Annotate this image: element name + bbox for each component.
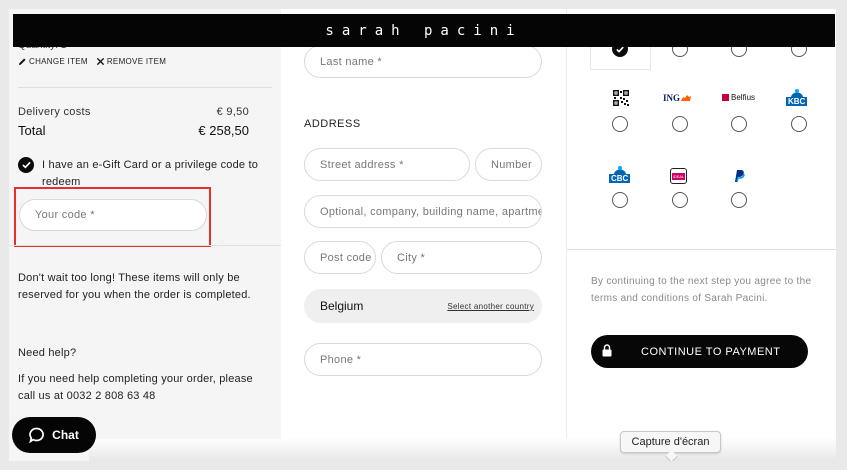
payment-radio-paypal[interactable]: [731, 192, 747, 208]
payment-radio-belfius[interactable]: [731, 116, 747, 132]
site-header: sarah pacini: [13, 14, 835, 47]
street-address-field[interactable]: Street address *: [304, 148, 470, 181]
country-name: Belgium: [320, 299, 364, 313]
delivery-costs-row: Delivery costs € 9,50: [18, 106, 249, 118]
help-title: Need help?: [18, 347, 77, 359]
address-form: Last name * ADDRESS Street address * Num…: [281, 9, 566, 461]
bottom-bar: [89, 439, 836, 461]
gift-code-input[interactable]: Your code *: [19, 199, 207, 231]
change-item-label: CHANGE ITEM: [29, 57, 88, 66]
gift-card-checkbox[interactable]: I have an e-Gift Card or a privilege cod…: [18, 157, 262, 191]
qr-code-icon: [613, 90, 629, 106]
checkmark-icon: [18, 157, 34, 173]
payment-radio-ing[interactable]: [672, 116, 688, 132]
reservation-notice: Don't wait too long! These items will on…: [18, 272, 251, 301]
payment-panel: ING Belfius KBC CBC iDEAL By continuing …: [566, 9, 836, 461]
kbc-icon: KBC: [786, 89, 808, 106]
divider: [9, 245, 281, 246]
item-actions: CHANGE ITEM REMOVE ITEM: [18, 57, 166, 66]
kbc-label: KBC: [786, 97, 808, 106]
optional-address-field[interactable]: Optional, company, building name, apartm…: [304, 195, 542, 228]
brand-logo[interactable]: sarah pacini: [325, 23, 522, 39]
payment-radio-kbc[interactable]: [791, 116, 807, 132]
payment-radio-cbc[interactable]: [612, 192, 628, 208]
cbc-label: CBC: [609, 174, 631, 183]
house-number-field[interactable]: Number: [475, 148, 542, 181]
screenshot-tooltip: Capture d'écran: [620, 431, 721, 453]
address-section-title: ADDRESS: [304, 118, 361, 130]
select-another-country-link[interactable]: Select another country: [447, 302, 534, 311]
ing-lion-icon: ING: [663, 93, 692, 103]
ing-label: ING: [663, 93, 681, 103]
change-item-button[interactable]: CHANGE ITEM: [18, 57, 88, 66]
phone-field[interactable]: Phone *: [304, 343, 542, 376]
ideal-label: iDEAL: [671, 172, 686, 180]
last-name-field[interactable]: Last name *: [304, 45, 542, 78]
city-field[interactable]: City *: [381, 241, 542, 274]
remove-item-label: REMOVE ITEM: [106, 57, 167, 66]
delivery-costs-value: € 9,50: [216, 106, 249, 118]
delivery-costs-label: Delivery costs: [18, 106, 91, 118]
continue-to-payment-button[interactable]: CONTINUE TO PAYMENT: [591, 335, 808, 368]
belfius-label: Belfius: [731, 93, 756, 102]
chat-button[interactable]: Chat: [12, 417, 96, 453]
gift-card-label: I have an e-Gift Card or a privilege cod…: [42, 159, 259, 188]
chat-label: Chat: [52, 428, 79, 442]
pencil-icon: [18, 58, 26, 66]
ideal-icon: iDEAL: [670, 168, 687, 184]
postcode-field[interactable]: Post code: [304, 241, 376, 274]
paypal-icon: [733, 169, 745, 183]
terms-notice: By continuing to the next step you agree…: [591, 276, 812, 304]
divider: [18, 87, 272, 88]
country-selector: Belgium Select another country: [304, 289, 542, 323]
total-row: Total € 258,50: [18, 123, 249, 138]
payment-radio-payconiq[interactable]: [612, 116, 628, 132]
lock-icon: [602, 344, 612, 357]
payment-radio-ideal[interactable]: [672, 192, 688, 208]
divider: [567, 249, 836, 250]
order-summary-panel: Quantity: 1 CHANGE ITEM REMOVE ITEM Deli…: [9, 9, 281, 461]
checkout-page: Quantity: 1 CHANGE ITEM REMOVE ITEM Deli…: [9, 9, 836, 461]
help-text: If you need help completing your order, …: [18, 373, 253, 402]
remove-item-button[interactable]: REMOVE ITEM: [96, 57, 166, 66]
cbc-icon: CBC: [609, 166, 631, 183]
belfius-icon: Belfius: [722, 93, 755, 102]
chat-bubble-icon: [29, 427, 45, 443]
total-value: € 258,50: [198, 123, 249, 138]
total-label: Total: [18, 123, 46, 138]
close-icon: [96, 57, 104, 66]
continue-label: CONTINUE TO PAYMENT: [641, 346, 781, 358]
